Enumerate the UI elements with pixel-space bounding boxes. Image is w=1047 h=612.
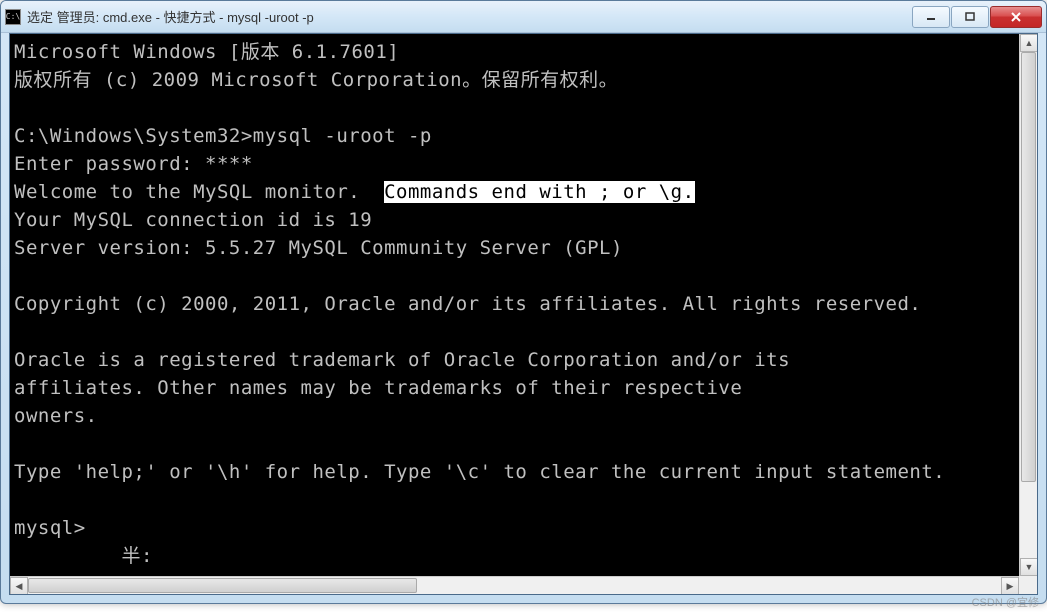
terminal-output: Microsoft Windows [版本 6.1.7601] 版权所有 (c)…: [10, 34, 1037, 570]
output-line: Microsoft Windows [版本 6.1.7601]: [14, 41, 399, 63]
scroll-down-button[interactable]: ▼: [1020, 558, 1038, 576]
output-line: affiliates. Other names may be trademark…: [14, 377, 742, 399]
minimize-button[interactable]: [912, 6, 950, 28]
output-line: C:\Windows\System32>mysql -uroot -p: [14, 125, 432, 147]
window-controls: [912, 6, 1042, 28]
output-line: 半:: [14, 545, 153, 567]
scrollbar-corner: [1019, 576, 1037, 594]
scroll-track-vertical[interactable]: [1020, 52, 1037, 558]
prompt-line: mysql>: [14, 517, 86, 539]
welcome-prefix: Welcome to the MySQL monitor.: [14, 181, 384, 203]
app-window: C:\ 选定 管理员: cmd.exe - 快捷方式 - mysql -uroo…: [0, 0, 1047, 604]
scroll-right-button[interactable]: ▶: [1001, 577, 1019, 595]
cmd-icon: C:\: [5, 9, 21, 25]
scroll-track-horizontal[interactable]: [28, 577, 1001, 594]
close-icon: [1010, 12, 1022, 22]
scroll-up-button[interactable]: ▲: [1020, 34, 1038, 52]
output-line: Server version: 5.5.27 MySQL Community S…: [14, 237, 623, 259]
minimize-icon: [925, 12, 937, 22]
output-line: Copyright (c) 2000, 2011, Oracle and/or …: [14, 293, 921, 315]
close-button[interactable]: [990, 6, 1042, 28]
terminal-area[interactable]: Microsoft Windows [版本 6.1.7601] 版权所有 (c)…: [9, 33, 1038, 595]
watermark-text: CSDN @宜修: [972, 594, 1039, 610]
titlebar[interactable]: C:\ 选定 管理员: cmd.exe - 快捷方式 - mysql -uroo…: [1, 1, 1046, 33]
output-line: Oracle is a registered trademark of Orac…: [14, 349, 790, 371]
horizontal-scrollbar[interactable]: ◀ ▶: [10, 576, 1019, 594]
scroll-thumb-horizontal[interactable]: [28, 578, 417, 593]
maximize-button[interactable]: [951, 6, 989, 28]
selected-text: Commands end with ; or \g.: [384, 181, 694, 203]
output-line: Type 'help;' or '\h' for help. Type '\c'…: [14, 461, 945, 483]
scroll-thumb-vertical[interactable]: [1021, 52, 1036, 482]
window-title: 选定 管理员: cmd.exe - 快捷方式 - mysql -uroot -p: [27, 7, 912, 26]
vertical-scrollbar[interactable]: ▲ ▼: [1019, 34, 1037, 576]
output-line: 版权所有 (c) 2009 Microsoft Corporation。保留所有…: [14, 69, 618, 91]
output-line: Your MySQL connection id is 19: [14, 209, 372, 231]
maximize-icon: [964, 12, 976, 22]
scroll-left-button[interactable]: ◀: [10, 577, 28, 595]
output-line: owners.: [14, 405, 98, 427]
output-line: Enter password: ****: [14, 153, 253, 175]
